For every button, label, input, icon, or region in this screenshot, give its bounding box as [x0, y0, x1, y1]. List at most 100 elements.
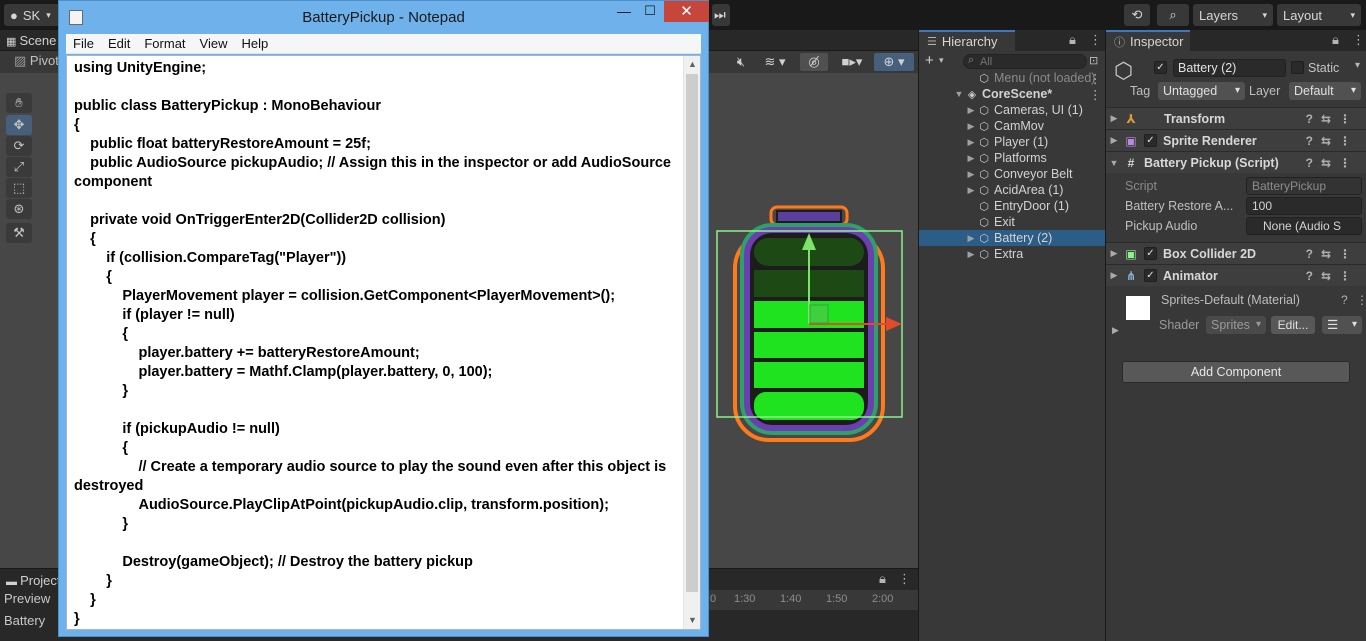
notepad-editor[interactable]: using UnityEngine; public class BatteryP…: [66, 55, 701, 630]
hierarchy-item[interactable]: ⬡ Exit: [919, 214, 1105, 230]
chevron-right-icon[interactable]: ▶: [965, 249, 977, 260]
hierarchy-item[interactable]: ▶ ⬡ Platforms: [919, 150, 1105, 166]
chevron-right-icon[interactable]: ▶: [965, 137, 977, 148]
chevron-right-icon[interactable]: ▶: [965, 185, 977, 196]
add-icon[interactable]: +: [925, 52, 934, 69]
minimize-button[interactable]: —: [611, 3, 637, 23]
scroll-down-icon[interactable]: ▼: [684, 612, 700, 629]
hierarchy-item[interactable]: ⬡ EntryDoor (1): [919, 198, 1105, 214]
hierarchy-search-input[interactable]: [963, 54, 1087, 69]
scrollbar-thumb[interactable]: [686, 74, 698, 592]
pivot-toggle[interactable]: ▨ Pivot: [14, 53, 59, 69]
hierarchy-item[interactable]: ⬡ Menu (not loaded) ⋮: [919, 70, 1105, 86]
lock-icon[interactable]: 🔒︎: [879, 571, 886, 587]
tab-scene[interactable]: ▦ Scene: [6, 33, 56, 48]
lock-icon[interactable]: 🔒︎: [1069, 32, 1076, 48]
animator-checkbox[interactable]: ✓: [1144, 269, 1157, 282]
hierarchy-item[interactable]: ▶ ⬡ Battery (2): [919, 230, 1105, 246]
hierarchy-item[interactable]: ▶ ⬡ Player (1): [919, 134, 1105, 150]
layout-dropdown[interactable]: Layout ▾: [1277, 4, 1361, 26]
move-tool-icon[interactable]: ✥: [6, 115, 32, 135]
component-actions-icon[interactable]: ?⇆⋮: [1306, 134, 1359, 148]
component-actions-icon[interactable]: ?⇆⋮: [1306, 156, 1359, 170]
panel-menu-icon[interactable]: ⋮: [1089, 32, 1102, 48]
help-icon[interactable]: ?: [1341, 293, 1348, 307]
camera-dropdown-icon[interactable]: ■▸▾: [834, 53, 870, 71]
notepad-titlebar[interactable]: BatteryPickup - Notepad — ☐ ✕: [59, 1, 709, 34]
tab-project[interactable]: ▬ Project: [6, 573, 61, 588]
shader-dropdown[interactable]: Sprites: [1206, 316, 1266, 334]
panel-menu-icon[interactable]: ⋮: [898, 571, 911, 587]
layer-dropdown[interactable]: Default: [1289, 82, 1361, 100]
chevron-right-icon[interactable]: ▶: [965, 169, 977, 180]
hierarchy-item[interactable]: ▼ ◈ CoreScene* ⋮: [919, 86, 1105, 102]
tab-inspector[interactable]: ⓘ Inspector: [1106, 30, 1190, 51]
hierarchy-item[interactable]: ▶ ⬡ Cameras, UI (1): [919, 102, 1105, 118]
panel-menu-icon[interactable]: ⋮: [1089, 87, 1102, 102]
xy-plane-handle[interactable]: [809, 304, 829, 324]
menu-help[interactable]: Help: [234, 36, 275, 51]
add-component-button[interactable]: Add Component: [1122, 361, 1350, 383]
chevron-down-icon[interactable]: ▾: [1355, 60, 1360, 71]
close-button[interactable]: ✕: [664, 1, 709, 22]
static-checkbox[interactable]: [1291, 61, 1304, 74]
hierarchy-item[interactable]: ▶ ⬡ Conveyor Belt: [919, 166, 1105, 182]
notepad-text-content[interactable]: using UnityEngine; public class BatteryP…: [74, 59, 682, 629]
shader-options-dropdown[interactable]: ☰: [1322, 316, 1362, 334]
animator-header[interactable]: ▶ ⋔ ✓ Animator ?⇆⋮: [1106, 264, 1366, 286]
rotate-tool-icon[interactable]: ⟳: [6, 136, 32, 156]
sprite-renderer-header[interactable]: ▶ ▣ ✓ Sprite Renderer ?⇆⋮: [1106, 129, 1366, 151]
x-axis-arrow-icon[interactable]: [886, 317, 902, 331]
menu-format[interactable]: Format: [137, 36, 192, 51]
effects-toggle-icon[interactable]: ≋ ▾: [757, 53, 793, 71]
tag-dropdown[interactable]: Untagged: [1158, 82, 1245, 100]
search-filter-icon[interactable]: ⊡: [1089, 54, 1098, 67]
menu-edit[interactable]: Edit: [101, 36, 137, 51]
menu-file[interactable]: File: [66, 36, 101, 51]
chevron-right-icon[interactable]: ▶: [965, 153, 977, 164]
component-actions-icon[interactable]: ?⇆⋮: [1306, 112, 1359, 126]
account-button[interactable]: ● SK ▾: [4, 4, 60, 26]
component-actions-icon[interactable]: ?⇆⋮: [1306, 247, 1359, 261]
chevron-down-icon[interactable]: ▼: [953, 89, 965, 99]
hierarchy-item[interactable]: ▶ ⬡ AcidArea (1): [919, 182, 1105, 198]
step-button[interactable]: ⏭: [712, 4, 730, 26]
scale-tool-icon[interactable]: ⤢: [6, 157, 32, 177]
chevron-down-icon[interactable]: ▾: [939, 55, 944, 66]
battery-pickup-header[interactable]: ▼ # Battery Pickup (Script) ?⇆⋮: [1106, 151, 1366, 173]
custom-tool-icon[interactable]: ⚒: [6, 223, 32, 243]
hierarchy-item[interactable]: ▶ ⬡ CamMov: [919, 118, 1105, 134]
timeline-ruler[interactable]: 0 1:30 1:40 1:50 2:00: [708, 590, 918, 610]
menu-view[interactable]: View: [193, 36, 235, 51]
rect-tool-icon[interactable]: ⬚: [6, 178, 32, 198]
audio-toggle-icon[interactable]: 🔇︎: [730, 53, 752, 71]
layers-dropdown[interactable]: Layers ▾: [1193, 4, 1273, 26]
vertical-scrollbar[interactable]: ▲ ▼: [683, 56, 700, 629]
hierarchy-item[interactable]: ▶ ⬡ Extra: [919, 246, 1105, 262]
sprite-renderer-checkbox[interactable]: ✓: [1144, 134, 1157, 147]
panel-menu-icon[interactable]: ⋮: [1089, 71, 1102, 86]
transform-header[interactable]: ▶ ⅄ Transform ?⇆⋮: [1106, 107, 1366, 129]
scroll-up-icon[interactable]: ▲: [684, 56, 700, 73]
panel-menu-icon[interactable]: ⋮: [1352, 32, 1365, 48]
panel-menu-icon[interactable]: ⋮: [1356, 293, 1366, 307]
shader-edit-button[interactable]: Edit...: [1271, 316, 1315, 334]
chevron-right-icon[interactable]: ▶: [965, 121, 977, 132]
hand-tool-icon[interactable]: ✋︎: [6, 93, 32, 113]
maximize-button[interactable]: ☐: [637, 3, 663, 23]
tab-hierarchy[interactable]: ☰ Hierarchy: [919, 30, 1015, 51]
box-collider-header[interactable]: ▶ ▣ ✓ Box Collider 2D ?⇆⋮: [1106, 242, 1366, 264]
gizmos-dropdown-icon[interactable]: ⊕ ▾: [874, 53, 914, 71]
restore-amount-field[interactable]: 100: [1246, 197, 1362, 215]
box-collider-checkbox[interactable]: ✓: [1144, 247, 1157, 260]
history-button[interactable]: ⟲: [1124, 4, 1150, 26]
chevron-right-icon[interactable]: ▶: [965, 233, 977, 244]
transform-tool-icon[interactable]: ⊛: [6, 199, 32, 219]
foldout-right-icon[interactable]: ▶: [1112, 325, 1119, 336]
component-actions-icon[interactable]: ?⇆⋮: [1306, 269, 1359, 283]
visibility-toggle-icon[interactable]: ◎̸: [800, 53, 828, 71]
object-name-field[interactable]: Battery (2): [1173, 59, 1286, 77]
pickup-audio-field[interactable]: None (Audio S: [1246, 217, 1362, 235]
chevron-right-icon[interactable]: ▶: [965, 105, 977, 116]
lock-icon[interactable]: 🔒︎: [1332, 32, 1339, 48]
